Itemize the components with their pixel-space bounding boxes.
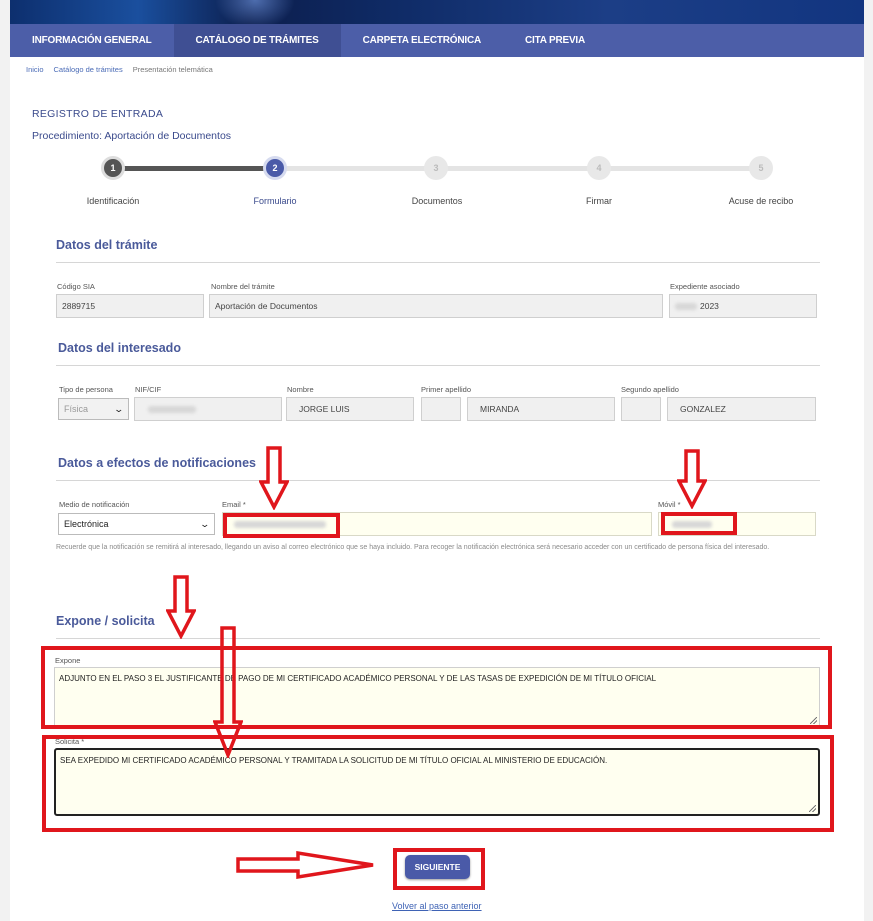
expediente-field: 2023 [669,294,817,318]
tipo-persona-label: Tipo de persona [59,385,113,394]
annotation-box-email [223,513,340,538]
stepper-progress-rest [275,166,761,171]
red-arrow-icon [236,850,374,880]
section-expone-title: Expone / solicita [56,614,155,628]
section-interesado-title: Datos del interesado [58,341,181,355]
codigo-sia-label: Código SIA [57,282,95,291]
step-3-label: Documentos [411,196,463,206]
breadcrumb-current: Presentación telemática [132,65,213,74]
nombre-tramite-field: Aportación de Documentos [209,294,663,318]
nav-catalogo-tramites[interactable]: CATÁLOGO DE TRÁMITES [173,24,341,57]
section-tramite-title: Datos del trámite [56,238,158,252]
nif-label: NIF/CIF [135,385,162,394]
procedure-title: Procedimiento: Aportación de Documentos [32,130,232,142]
step-4-label: Firmar [586,196,612,206]
tipo-persona-select: Física ⌄ [58,398,129,420]
main-navbar: INFORMACIÓN GENERAL CATÁLOGO DE TRÁMITES… [10,24,864,57]
expediente-year: 2023 [700,301,719,311]
annotation-box-expone [41,646,832,729]
chevron-down-icon: ⌄ [199,518,211,529]
apellido1-particle-field [421,397,461,421]
apellido2-particle-field [621,397,661,421]
expediente-label: Expediente asociado [670,282,740,291]
nombre-label: Nombre [287,385,314,394]
email-label: Email * [222,500,246,509]
red-arrow-icon [677,449,707,509]
step-5-label: Acuse de recibo [728,196,794,206]
tipo-persona-value: Física [64,404,89,414]
annotation-box-movil [661,512,737,535]
step-2-circle: 2 [263,156,287,180]
red-arrow-icon [259,446,289,510]
chevron-down-icon: ⌄ [113,403,125,414]
step-2-label: Formulario [253,196,297,206]
segundo-apellido-field: GONZALEZ [667,397,816,421]
stepper-progress-done [113,166,275,171]
nif-field [134,397,282,421]
step-3-circle: 3 [424,156,448,180]
nombre-tramite-label: Nombre del trámite [211,282,275,291]
primer-apellido-field: MIRANDA [467,397,615,421]
codigo-sia-field: 2889715 [56,294,204,318]
medio-notificacion-select[interactable]: Electrónica ⌄ [58,513,215,535]
step-1-label: Identificación [86,196,140,206]
siguiente-button[interactable]: SIGUIENTE [405,855,470,879]
nombre-field: JORGE LUIS [286,397,414,421]
nav-informacion-general[interactable]: INFORMACIÓN GENERAL [10,24,174,57]
medio-notificacion-value: Electrónica [64,519,109,529]
breadcrumb: Inicio Catálogo de trámites Presentación… [26,65,213,74]
redacted-value [148,405,196,413]
volver-paso-anterior-link[interactable]: Volver al paso anterior [392,901,482,911]
page-title: REGISTRO DE ENTRADA [32,108,164,120]
breadcrumb-inicio[interactable]: Inicio [26,65,44,74]
annotation-box-solicita [42,735,834,832]
section-divider [56,365,820,366]
nav-carpeta-electronica[interactable]: CARPETA ELECTRÓNICA [341,24,503,57]
medio-notificacion-label: Medio de notificación [59,500,130,509]
primer-apellido-label: Primer apellido [421,385,472,394]
section-notificaciones-title: Datos a efectos de notificaciones [58,456,256,470]
segundo-apellido-label: Segundo apellido [621,385,679,394]
step-1-circle: 1 [101,156,125,180]
red-arrow-icon [213,626,243,758]
breadcrumb-catalogo[interactable]: Catálogo de trámites [54,65,123,74]
step-5-circle: 5 [749,156,773,180]
header-banner [10,0,864,24]
nav-cita-previa[interactable]: CITA PREVIA [503,24,607,57]
section-divider [56,262,820,263]
red-arrow-icon [166,575,196,639]
step-4-circle: 4 [587,156,611,180]
notification-note: Recuerde que la notificación se remitirá… [56,544,770,551]
redacted-value [675,302,697,310]
